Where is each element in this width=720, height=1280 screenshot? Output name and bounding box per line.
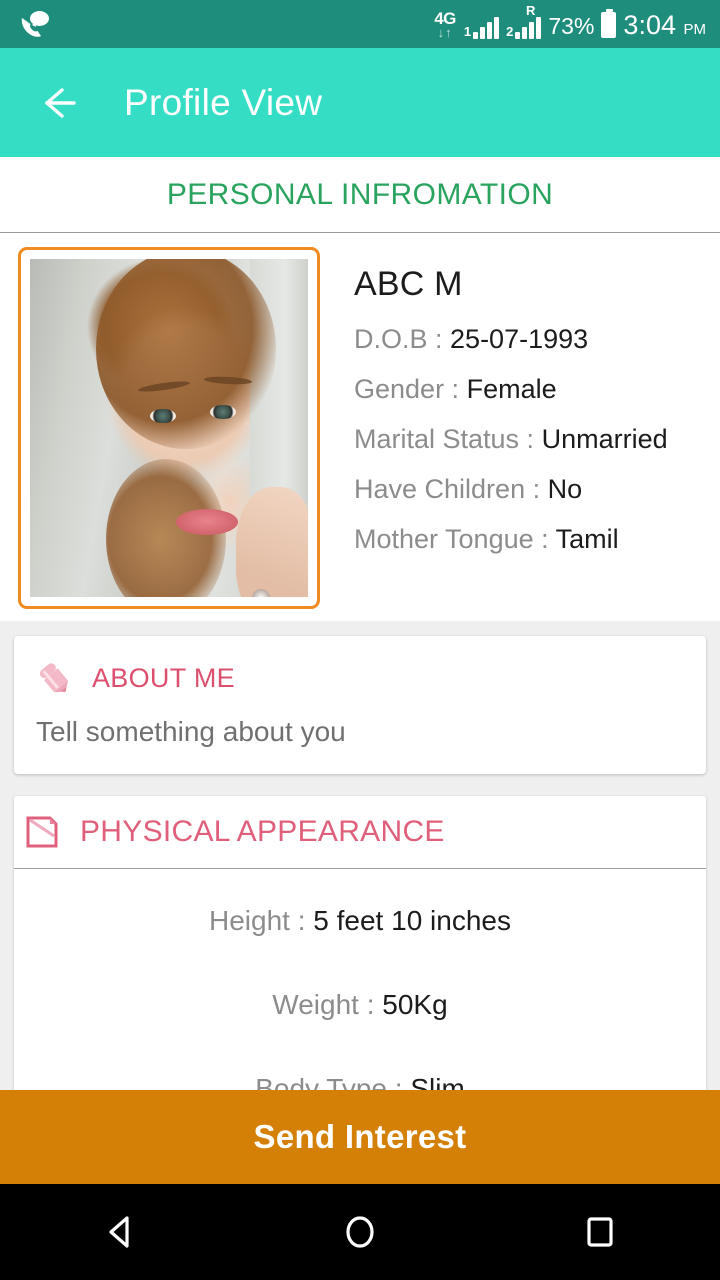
pencil-icon — [34, 658, 74, 698]
personal-info-card: ABC M D.O.B : 25-07-1993 Gender : Female… — [0, 233, 720, 621]
detail-label: D.O.B : — [354, 324, 443, 354]
signal-bars-icon — [473, 16, 500, 39]
android-nav-bar — [0, 1184, 720, 1280]
detail-label: Marital Status : — [354, 424, 535, 454]
detail-label: Gender : — [354, 374, 460, 404]
sim2-signal-indicator: 2 R — [506, 3, 542, 39]
send-interest-label: Send Interest — [253, 1118, 467, 1155]
back-arrow-icon[interactable] — [34, 80, 80, 126]
roaming-indicator: R — [525, 2, 536, 18]
physical-row-body-type: Body Type : Slim — [14, 1073, 706, 1090]
detail-row-dob: D.O.B : 25-07-1993 — [354, 324, 668, 355]
personal-details-list: ABC M D.O.B : 25-07-1993 Gender : Female… — [320, 247, 668, 609]
app-bar: Profile View — [0, 48, 720, 157]
sim1-signal-indicator: 1 — [463, 16, 500, 39]
physical-label: Height : — [209, 905, 306, 936]
physical-value: 50Kg — [382, 989, 448, 1020]
nav-back-icon[interactable] — [75, 1187, 165, 1277]
physical-attributes-list: Height : 5 feet 10 inches Weight : 50Kg … — [14, 869, 706, 1090]
profile-photo — [30, 259, 308, 597]
profile-photo-frame[interactable] — [18, 247, 320, 609]
detail-value: 25-07-1993 — [450, 324, 589, 354]
physical-appearance-card: PHYSICAL APPEARANCE Height : 5 feet 10 i… — [14, 796, 706, 1090]
detail-value: No — [547, 474, 583, 504]
sim1-label: 1 — [463, 23, 472, 39]
about-me-title: ABOUT ME — [92, 662, 235, 693]
detail-label: Have Children : — [354, 474, 541, 504]
physical-label: Weight : — [272, 989, 375, 1020]
about-me-card[interactable]: ABOUT ME Tell something about you — [14, 636, 706, 774]
profile-name: ABC M — [354, 265, 463, 303]
about-me-header: ABOUT ME — [14, 636, 706, 698]
physical-row-weight: Weight : 50Kg — [14, 989, 706, 1021]
data-transfer-arrows-icon: ↓↑ — [437, 24, 453, 40]
profile-scroll-area[interactable]: ABC M D.O.B : 25-07-1993 Gender : Female… — [0, 233, 720, 1090]
phone-screen: 4G ↓↑ 1 2 R 73% 3:04 PM Profile View PER… — [0, 0, 720, 1280]
detail-value: Female — [466, 374, 557, 404]
status-bar-left — [18, 9, 434, 39]
network-type-indicator: 4G ↓↑ — [434, 10, 456, 39]
nav-home-icon[interactable] — [315, 1187, 405, 1277]
detail-row-gender: Gender : Female — [354, 374, 668, 405]
physical-value: Slim — [410, 1073, 465, 1090]
network-type-label: 4G — [434, 8, 456, 28]
detail-row-mother-tongue: Mother Tongue : Tamil — [354, 524, 668, 555]
battery-percent-label: 73% — [548, 12, 595, 39]
clock: 3:04 PM — [623, 9, 707, 40]
personal-information-header: PERSONAL INFROMATION — [0, 157, 720, 233]
detail-value: Tamil — [555, 524, 619, 554]
about-me-text: Tell something about you — [36, 716, 346, 747]
note-page-icon — [20, 810, 64, 854]
physical-value: 5 feet 10 inches — [313, 905, 511, 936]
section-title: PERSONAL INFROMATION — [166, 177, 554, 211]
sim2-label: 2 — [506, 23, 514, 39]
battery-icon — [601, 8, 617, 38]
send-interest-button[interactable]: Send Interest — [0, 1090, 720, 1184]
physical-appearance-header: PHYSICAL APPEARANCE — [14, 796, 706, 869]
detail-label: Mother Tongue : — [354, 524, 549, 554]
clock-time: 3:04 — [623, 9, 676, 40]
status-bar-right: 4G ↓↑ 1 2 R 73% 3:04 PM — [434, 3, 707, 40]
clock-ampm: PM — [683, 20, 707, 38]
call-message-icon — [18, 9, 52, 39]
physical-appearance-title: PHYSICAL APPEARANCE — [80, 815, 445, 848]
page-title: Profile View — [124, 81, 323, 123]
nav-recents-icon[interactable] — [555, 1187, 645, 1277]
physical-row-height: Height : 5 feet 10 inches — [14, 905, 706, 937]
detail-row-marital-status: Marital Status : Unmarried — [354, 424, 668, 455]
status-bar: 4G ↓↑ 1 2 R 73% 3:04 PM — [0, 0, 720, 48]
detail-value: Unmarried — [541, 424, 668, 454]
detail-row-have-children: Have Children : No — [354, 474, 668, 505]
signal-bars-icon — [515, 16, 542, 39]
physical-label: Body Type : — [255, 1073, 403, 1090]
